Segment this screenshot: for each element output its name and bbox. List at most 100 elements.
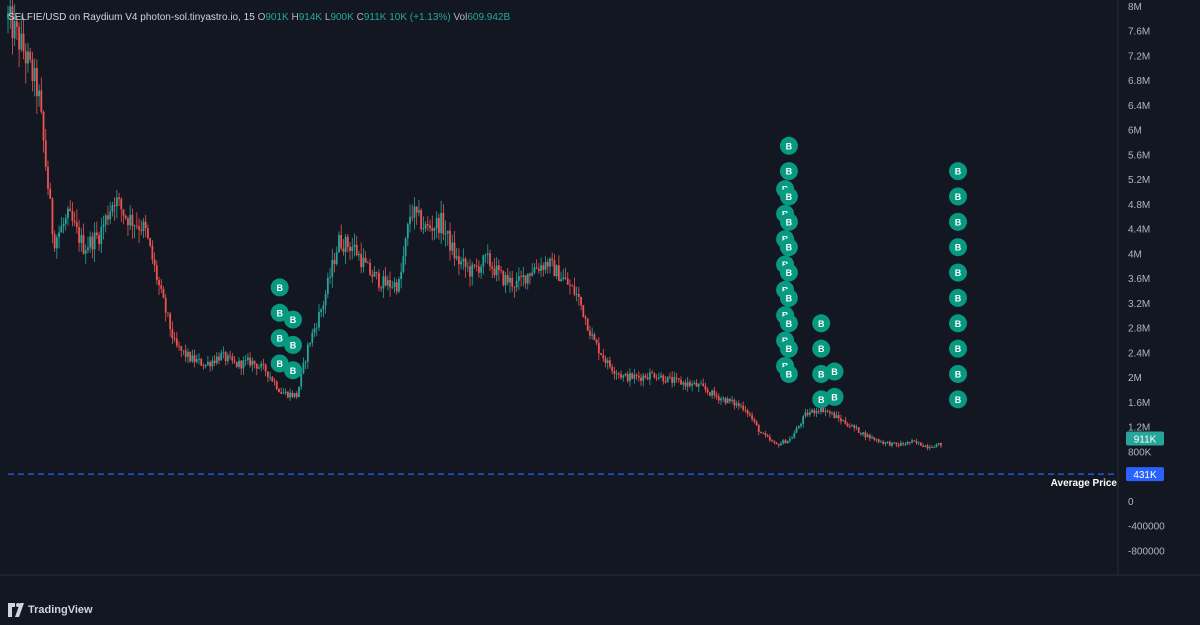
buy-marker[interactable]: B (949, 238, 967, 257)
tradingview-brand[interactable]: TradingView (8, 603, 93, 617)
buy-marker[interactable]: B (825, 387, 844, 406)
buy-marker[interactable]: B (949, 187, 967, 206)
candle-body (313, 328, 316, 333)
open-value: 901K (265, 12, 289, 23)
candle (298, 386, 300, 398)
buy-marker[interactable]: B (779, 288, 798, 307)
buy-marker[interactable]: B (949, 314, 967, 333)
candle (189, 351, 192, 363)
buy-marker[interactable]: B (812, 314, 831, 333)
candle-body (335, 252, 338, 265)
candle-body (273, 381, 276, 383)
buy-marker[interactable]: B (779, 162, 798, 181)
candle-body (415, 206, 418, 213)
candle-body (575, 294, 578, 295)
candle-body (142, 221, 145, 232)
candle (22, 17, 25, 60)
buy-marker[interactable]: B (949, 212, 967, 231)
price-chart[interactable]: Average Price431K BBBBBBBBBBBBBBBBBBBB BB… (0, 0, 1200, 625)
candle (573, 277, 576, 297)
candle-body (38, 90, 40, 97)
candle-body (662, 375, 665, 382)
candle (884, 441, 887, 447)
candle-body (504, 275, 507, 286)
candle (209, 360, 212, 372)
candle (531, 263, 534, 277)
candle-body (160, 285, 163, 289)
buy-marker[interactable]: B (949, 390, 967, 409)
candle (524, 275, 527, 289)
candle-body (111, 205, 114, 212)
buy-marker[interactable]: B (779, 187, 798, 206)
last-price-tag-label: 911K (1134, 434, 1157, 445)
candle (808, 408, 811, 418)
candle-body (138, 226, 140, 230)
candle (371, 269, 374, 283)
candle (111, 201, 114, 217)
candle-body (71, 211, 74, 221)
buy-marker[interactable]: B (284, 310, 302, 329)
candle-body (380, 287, 383, 289)
buy-marker[interactable]: B (949, 162, 967, 181)
candle-body (153, 259, 156, 266)
buy-marker[interactable]: B (812, 339, 831, 358)
candle-body (842, 420, 845, 422)
candle (304, 360, 307, 370)
candle (353, 233, 356, 257)
symbol-legend[interactable]: SELFIE/USD on Raydium V4 photon-sol.tiny… (8, 12, 510, 23)
buy-marker[interactable]: B (825, 362, 844, 381)
buy-marker[interactable]: B (779, 339, 798, 358)
candle (109, 201, 112, 225)
candle-body (271, 376, 274, 382)
buy-marker-label: B (831, 367, 838, 377)
buy-marker[interactable]: B (270, 278, 289, 297)
buy-marker[interactable]: B (284, 361, 302, 380)
candle-body (826, 410, 829, 412)
candle (280, 387, 283, 395)
candle (744, 405, 747, 413)
buy-marker[interactable]: B (949, 339, 967, 358)
buy-marker[interactable]: B (779, 364, 798, 383)
candle-body (500, 270, 503, 272)
buy-marker[interactable]: B (949, 263, 967, 282)
buy-marker-label: B (955, 268, 962, 278)
candle (404, 237, 407, 265)
buy-marker-label: B (290, 340, 297, 350)
buy-marker[interactable]: B (949, 288, 967, 307)
candle-body (27, 51, 29, 64)
candle (646, 372, 649, 381)
candle (726, 396, 729, 404)
average-price-line: Average Price 431K (8, 467, 1164, 489)
candle-body (260, 363, 263, 368)
buy-marker[interactable]: B (779, 212, 798, 231)
buy-marker[interactable]: B (779, 136, 798, 155)
candle-body (278, 389, 280, 393)
candle (897, 442, 900, 448)
candle-body (446, 230, 449, 234)
candle (442, 203, 445, 241)
candle-body (622, 375, 625, 378)
price-tick-label: 7.2M (1128, 51, 1150, 62)
candle (660, 371, 662, 379)
candle (355, 235, 358, 257)
candle (564, 267, 567, 280)
candle (193, 349, 196, 368)
candle (275, 380, 278, 391)
candle-body (471, 264, 474, 277)
buy-marker[interactable]: B (779, 314, 798, 333)
buy-marker[interactable]: B (779, 238, 798, 257)
candle-body (191, 355, 194, 362)
symbol-title[interactable]: SELFIE/USD on Raydium V4 photon-sol.tiny… (8, 12, 255, 23)
candle-body (857, 427, 860, 433)
buy-marker[interactable]: B (284, 335, 302, 354)
candle (402, 246, 405, 274)
candle (773, 440, 776, 445)
candle-body (346, 236, 349, 247)
candle (802, 415, 805, 428)
candle-body (438, 217, 440, 233)
candle (213, 354, 216, 367)
candle (260, 360, 263, 372)
buy-marker[interactable]: B (779, 263, 798, 282)
buy-marker[interactable]: B (949, 364, 967, 383)
candle (406, 222, 409, 246)
